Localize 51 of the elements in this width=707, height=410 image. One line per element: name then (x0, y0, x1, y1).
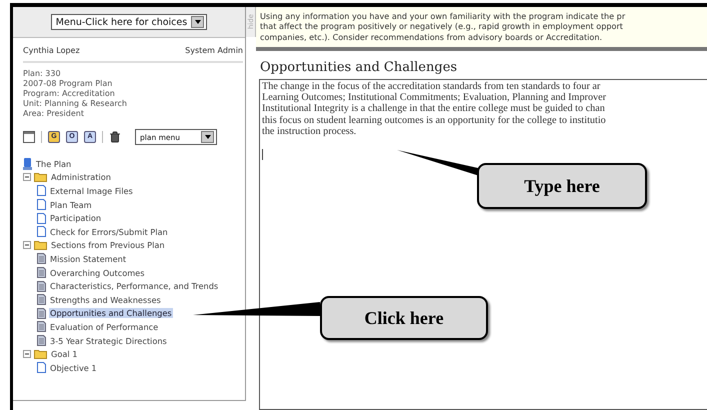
tree-item[interactable]: Evaluation of Performance (49, 322, 160, 332)
tree-item[interactable]: Characteristics, Performance, and Trends (49, 281, 220, 292)
document-icon (37, 226, 46, 238)
tree-root[interactable]: The Plan (35, 158, 72, 169)
user-name: Cynthia Lopez (23, 46, 80, 55)
collapse-icon[interactable] (23, 350, 31, 358)
callout: Click here (320, 296, 488, 340)
document-icon (37, 335, 46, 346)
document-icon (37, 199, 46, 210)
plan-info: Plan: 330 (23, 69, 62, 79)
section-title: Opportunities and Challenges (260, 60, 458, 75)
folder-icon (34, 172, 47, 182)
plan-info: Area: President (23, 109, 85, 119)
instruction-text: Using any information you have and your own familiarity with the program indicate the pr (260, 11, 626, 22)
document-icon (37, 294, 46, 306)
document-icon (37, 280, 46, 292)
document-icon (37, 308, 46, 319)
callout: Type here (477, 163, 647, 209)
tree-item[interactable]: Check for Errors/Submit Plan (49, 226, 169, 237)
document-icon (37, 212, 46, 224)
plan-info: 2007-08 Program Plan (23, 79, 114, 89)
tree-item[interactable]: Strengths and Weaknesses (49, 294, 162, 305)
tree-item[interactable]: Overarching Outcomes (49, 268, 146, 278)
tree-item[interactable]: Administration (50, 172, 112, 182)
computer-icon (23, 158, 32, 170)
plan-info: Unit: Planning & Research (23, 99, 128, 109)
document-icon (37, 253, 46, 264)
tree-item[interactable]: External Image Files (49, 186, 134, 196)
menu-select[interactable]: Menu-Click here for choices (50, 14, 208, 30)
document-icon (37, 267, 46, 278)
plan-info: Program: Accreditation (23, 89, 116, 99)
folder-icon (34, 240, 47, 250)
instruction-text: companies, etc.). Consider recommendations from advisory boards or Accreditation. (260, 32, 604, 42)
user-role: System Admin (185, 46, 243, 55)
window-icon[interactable] (23, 131, 35, 143)
tree-item[interactable]: Plan Team (49, 200, 93, 210)
tree-item[interactable]: Participation (49, 213, 102, 224)
delete-icon[interactable] (109, 131, 121, 143)
collapse-icon[interactable] (23, 173, 31, 182)
tree-item[interactable]: Opportunities and Challenges (49, 308, 173, 318)
tree-item[interactable]: Objective 1 (49, 362, 98, 373)
folder-icon (34, 349, 47, 360)
collapse-icon[interactable] (23, 241, 31, 250)
tree-item[interactable]: Mission Statement (49, 254, 128, 264)
document-icon (37, 185, 46, 196)
document-icon (37, 321, 46, 332)
document-icon (37, 362, 46, 374)
tree-item[interactable]: Goal 1 (50, 349, 78, 360)
tree-item[interactable]: Sections from Previous Plan (50, 240, 166, 250)
instruction-text: that affect the program positively or negatively (e.g., rapid growth in employment opport (260, 21, 624, 32)
tree-item[interactable]: 3-5 Year Strategic Directions (49, 336, 168, 346)
